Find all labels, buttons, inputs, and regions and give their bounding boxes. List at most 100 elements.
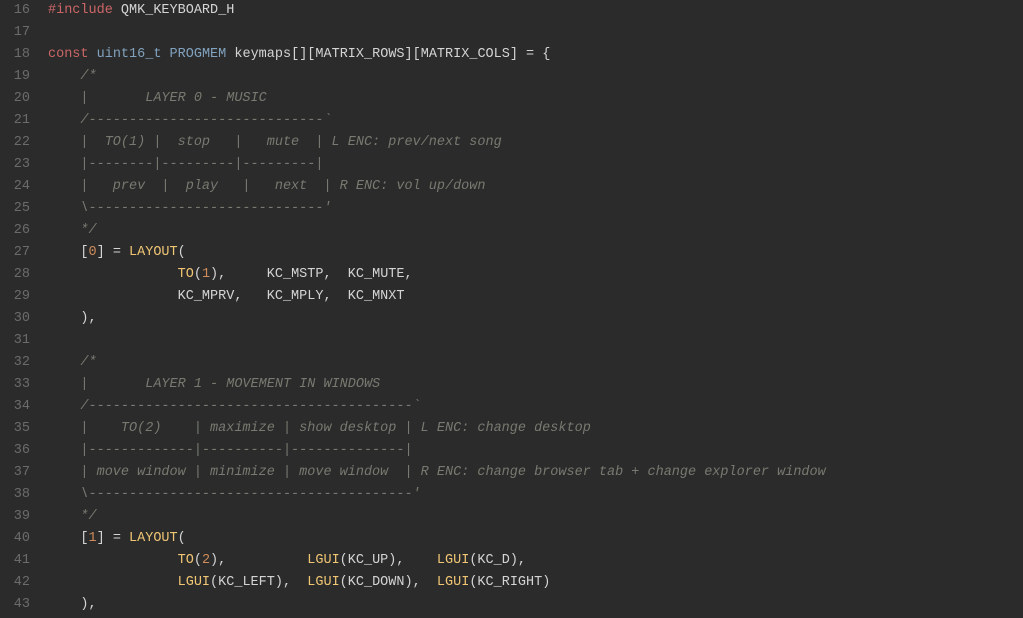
line-number: 24 bbox=[0, 176, 30, 198]
line-number: 32 bbox=[0, 352, 30, 374]
code-token: [ bbox=[80, 245, 88, 260]
code-token: KC_DOWN bbox=[348, 575, 405, 590]
code-token: KC_LEFT bbox=[218, 575, 275, 590]
code-token: KC_UP bbox=[348, 553, 389, 568]
code-token: ] = bbox=[97, 245, 129, 260]
line-number: 28 bbox=[0, 264, 30, 286]
code-token bbox=[89, 47, 97, 62]
code-line[interactable]: | LAYER 0 - MUSIC bbox=[48, 88, 1023, 110]
line-number: 38 bbox=[0, 484, 30, 506]
code-token: ) bbox=[542, 575, 550, 590]
code-line[interactable]: /* bbox=[48, 352, 1023, 374]
code-line[interactable]: |--------|---------|---------| bbox=[48, 154, 1023, 176]
code-line[interactable] bbox=[48, 330, 1023, 352]
code-line[interactable]: KC_MPRV, KC_MPLY, KC_MNXT bbox=[48, 286, 1023, 308]
code-line[interactable]: ), bbox=[48, 594, 1023, 616]
code-token: |--------|---------|---------| bbox=[80, 157, 323, 172]
code-line[interactable]: | TO(1) | stop | mute | L ENC: prev/next… bbox=[48, 132, 1023, 154]
code-token: \---------------------------------------… bbox=[80, 487, 420, 502]
code-token: TO bbox=[178, 553, 194, 568]
line-number: 22 bbox=[0, 132, 30, 154]
code-token: ( bbox=[194, 553, 202, 568]
code-token: /---------------------------------------… bbox=[80, 399, 420, 414]
line-number: 43 bbox=[0, 594, 30, 616]
code-token: LGUI bbox=[178, 575, 210, 590]
line-number: 25 bbox=[0, 198, 30, 220]
code-token: ), bbox=[405, 575, 437, 590]
line-number: 36 bbox=[0, 440, 30, 462]
code-editor[interactable]: 1617181920212223242526272829303132333435… bbox=[0, 0, 1023, 618]
code-line[interactable]: ), bbox=[48, 308, 1023, 330]
code-line[interactable]: TO(1), KC_MSTP, KC_MUTE, bbox=[48, 264, 1023, 286]
code-token: ), bbox=[510, 553, 526, 568]
code-token: | TO(1) | stop | mute | L ENC: prev/next… bbox=[80, 135, 501, 150]
code-token: PROGMEM bbox=[170, 47, 227, 62]
code-token: #include bbox=[48, 3, 113, 18]
code-line[interactable]: \---------------------------------------… bbox=[48, 484, 1023, 506]
code-token: KC_D bbox=[477, 553, 509, 568]
code-line[interactable]: #include QMK_KEYBOARD_H bbox=[48, 0, 1023, 22]
code-token: keymaps bbox=[234, 47, 291, 62]
code-token: KC_MUTE bbox=[348, 267, 405, 282]
code-token: const bbox=[48, 47, 89, 62]
code-line[interactable]: | prev | play | next | R ENC: vol up/dow… bbox=[48, 176, 1023, 198]
code-line[interactable]: \-----------------------------' bbox=[48, 198, 1023, 220]
code-line[interactable] bbox=[48, 22, 1023, 44]
line-number: 21 bbox=[0, 110, 30, 132]
line-number: 35 bbox=[0, 418, 30, 440]
code-token: , bbox=[234, 289, 266, 304]
code-line[interactable]: | TO(2) | maximize | show desktop | L EN… bbox=[48, 418, 1023, 440]
code-token: ( bbox=[178, 531, 186, 546]
code-token: KC_MPRV bbox=[178, 289, 235, 304]
code-line[interactable]: */ bbox=[48, 506, 1023, 528]
line-number: 37 bbox=[0, 462, 30, 484]
code-token: 1 bbox=[202, 267, 210, 282]
code-token: */ bbox=[80, 223, 96, 238]
code-token: ), bbox=[210, 267, 267, 282]
line-number: 26 bbox=[0, 220, 30, 242]
line-number: 16 bbox=[0, 0, 30, 22]
code-token bbox=[113, 3, 121, 18]
code-line[interactable]: /* bbox=[48, 66, 1023, 88]
code-line[interactable]: | LAYER 1 - MOVEMENT IN WINDOWS bbox=[48, 374, 1023, 396]
code-line[interactable]: */ bbox=[48, 220, 1023, 242]
code-token: KC_MNXT bbox=[348, 289, 405, 304]
code-token: LAYOUT bbox=[129, 245, 178, 260]
line-number: 19 bbox=[0, 66, 30, 88]
code-line[interactable]: LGUI(KC_LEFT), LGUI(KC_DOWN), LGUI(KC_RI… bbox=[48, 572, 1023, 594]
code-token bbox=[80, 553, 177, 568]
line-number: 18 bbox=[0, 44, 30, 66]
code-token: | prev | play | next | R ENC: vol up/dow… bbox=[80, 179, 485, 194]
code-token: LGUI bbox=[437, 575, 469, 590]
code-line[interactable]: |-------------|----------|--------------… bbox=[48, 440, 1023, 462]
line-number: 31 bbox=[0, 330, 30, 352]
code-area[interactable]: #include QMK_KEYBOARD_Hconst uint16_t PR… bbox=[44, 0, 1023, 618]
code-line[interactable]: /---------------------------------------… bbox=[48, 396, 1023, 418]
code-token: | LAYER 0 - MUSIC bbox=[80, 91, 266, 106]
line-number: 40 bbox=[0, 528, 30, 550]
code-token: |-------------|----------|--------------… bbox=[80, 443, 412, 458]
code-line[interactable]: TO(2), LGUI(KC_UP), LGUI(KC_D), bbox=[48, 550, 1023, 572]
code-token: , bbox=[405, 267, 413, 282]
code-token: | move window | minimize | move window |… bbox=[80, 465, 825, 480]
code-line[interactable]: [1] = LAYOUT( bbox=[48, 528, 1023, 550]
code-line[interactable]: | move window | minimize | move window |… bbox=[48, 462, 1023, 484]
code-token bbox=[80, 289, 177, 304]
line-number: 30 bbox=[0, 308, 30, 330]
code-line[interactable]: const uint16_t PROGMEM keymaps[][MATRIX_… bbox=[48, 44, 1023, 66]
code-token: ] = { bbox=[510, 47, 551, 62]
code-line[interactable]: [0] = LAYOUT( bbox=[48, 242, 1023, 264]
code-token: ( bbox=[210, 575, 218, 590]
code-token bbox=[80, 267, 177, 282]
code-token bbox=[80, 575, 177, 590]
code-token: ] = bbox=[97, 531, 129, 546]
code-line[interactable]: /-----------------------------` bbox=[48, 110, 1023, 132]
code-token: [ bbox=[80, 531, 88, 546]
code-token: , bbox=[323, 289, 347, 304]
code-token: uint16_t bbox=[97, 47, 162, 62]
line-number: 17 bbox=[0, 22, 30, 44]
code-token: ][ bbox=[405, 47, 421, 62]
code-token: /* bbox=[80, 69, 96, 84]
line-number: 27 bbox=[0, 242, 30, 264]
code-token: ( bbox=[194, 267, 202, 282]
